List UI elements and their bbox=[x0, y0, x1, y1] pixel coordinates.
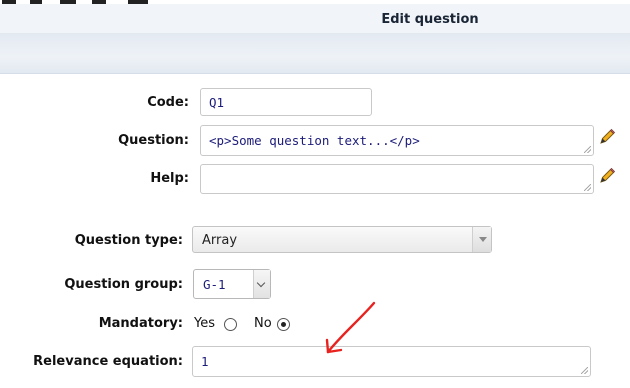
resize-grip-icon[interactable] bbox=[584, 146, 591, 153]
page-title: Edit question bbox=[381, 12, 479, 27]
dropdown-arrow-icon[interactable] bbox=[472, 227, 491, 252]
resize-grip-icon[interactable] bbox=[584, 184, 591, 191]
resize-grip-icon[interactable] bbox=[581, 367, 588, 374]
pencil-icon[interactable] bbox=[598, 128, 616, 146]
mandatory-no-radio[interactable] bbox=[277, 318, 290, 331]
question-group-label: Question group: bbox=[64, 277, 183, 292]
question-label: Question: bbox=[118, 133, 189, 148]
red-arrow-annotation bbox=[325, 301, 376, 354]
code-label: Code: bbox=[147, 95, 189, 110]
code-input[interactable]: Q1 bbox=[200, 88, 372, 116]
question-type-label: Question type: bbox=[74, 233, 183, 248]
pencil-icon[interactable] bbox=[598, 167, 616, 185]
sub-toolbar bbox=[0, 34, 630, 74]
question-group-value: G-1 bbox=[203, 277, 226, 292]
title-bar: Edit question bbox=[0, 4, 630, 34]
help-label: Help: bbox=[150, 171, 189, 186]
question-type-value: Array bbox=[202, 233, 238, 248]
code-value: Q1 bbox=[209, 94, 225, 110]
question-type-select[interactable]: Array bbox=[192, 226, 492, 253]
question-textarea[interactable]: <p>Some question text...</p> bbox=[200, 125, 594, 156]
help-textarea[interactable] bbox=[200, 164, 594, 194]
mandatory-no-label: No bbox=[254, 316, 272, 331]
relevance-value: 1 bbox=[201, 354, 209, 369]
question-value: <p>Some question text...</p> bbox=[209, 133, 420, 148]
mandatory-yes-radio[interactable] bbox=[224, 318, 237, 331]
chevron-down-icon[interactable] bbox=[253, 270, 270, 298]
relevance-label: Relevance equation: bbox=[33, 354, 183, 369]
relevance-equation-input[interactable]: 1 bbox=[192, 346, 591, 377]
mandatory-label: Mandatory: bbox=[98, 316, 183, 331]
question-group-select[interactable]: G-1 bbox=[193, 269, 271, 299]
mandatory-yes-label: Yes bbox=[194, 316, 215, 331]
